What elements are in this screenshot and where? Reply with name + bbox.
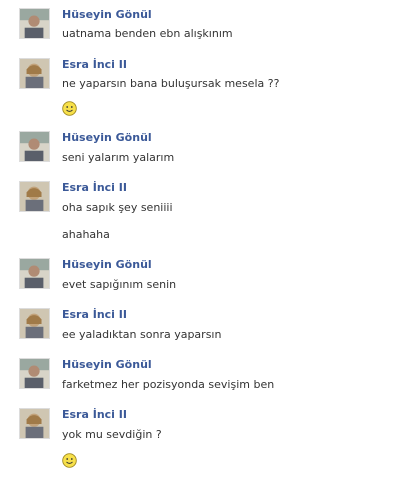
message-text: uatnama benden ebn alışkınım bbox=[62, 27, 233, 40]
sender-name[interactable]: Esra İnci II bbox=[62, 58, 127, 72]
avatar-esra[interactable] bbox=[19, 408, 50, 439]
message-text: yok mu sevdiğin ? bbox=[62, 428, 162, 441]
sender-name[interactable]: Hüseyin Gönül bbox=[62, 131, 152, 145]
message-text: evet sapığınım senin bbox=[62, 278, 177, 291]
message-text: ee yaladıktan sonra yaparsın bbox=[62, 328, 222, 341]
sender-name[interactable]: Esra İnci II bbox=[62, 408, 127, 422]
message-text: oha sapık şey seniiii bbox=[62, 201, 173, 214]
avatar-huseyin[interactable] bbox=[19, 358, 50, 389]
avatar-esra[interactable] bbox=[19, 58, 50, 89]
avatar-huseyin[interactable] bbox=[19, 258, 50, 289]
chat-conversation: Hüseyin Gönül uatnama benden ebn alışkın… bbox=[0, 0, 410, 488]
avatar-huseyin[interactable] bbox=[19, 131, 50, 162]
message-text: farketmez her pozisyonda sevişim ben bbox=[62, 378, 275, 391]
avatar-esra[interactable] bbox=[19, 181, 50, 212]
message-text: ahahaha bbox=[62, 228, 110, 241]
sender-name[interactable]: Esra İnci II bbox=[62, 308, 127, 322]
sender-name[interactable]: Hüseyin Gönül bbox=[62, 8, 152, 22]
avatar-esra[interactable] bbox=[19, 308, 50, 339]
sender-name[interactable]: Hüseyin Gönül bbox=[62, 358, 152, 372]
smiley-icon bbox=[62, 453, 77, 468]
smiley-icon bbox=[62, 101, 77, 116]
sender-name[interactable]: Esra İnci II bbox=[62, 181, 127, 195]
message-text: seni yalarım yalarım bbox=[62, 151, 175, 164]
sender-name[interactable]: Hüseyin Gönül bbox=[62, 258, 152, 272]
avatar-huseyin[interactable] bbox=[19, 8, 50, 39]
message-text: ne yaparsın bana buluşursak mesela ?? bbox=[62, 77, 280, 90]
